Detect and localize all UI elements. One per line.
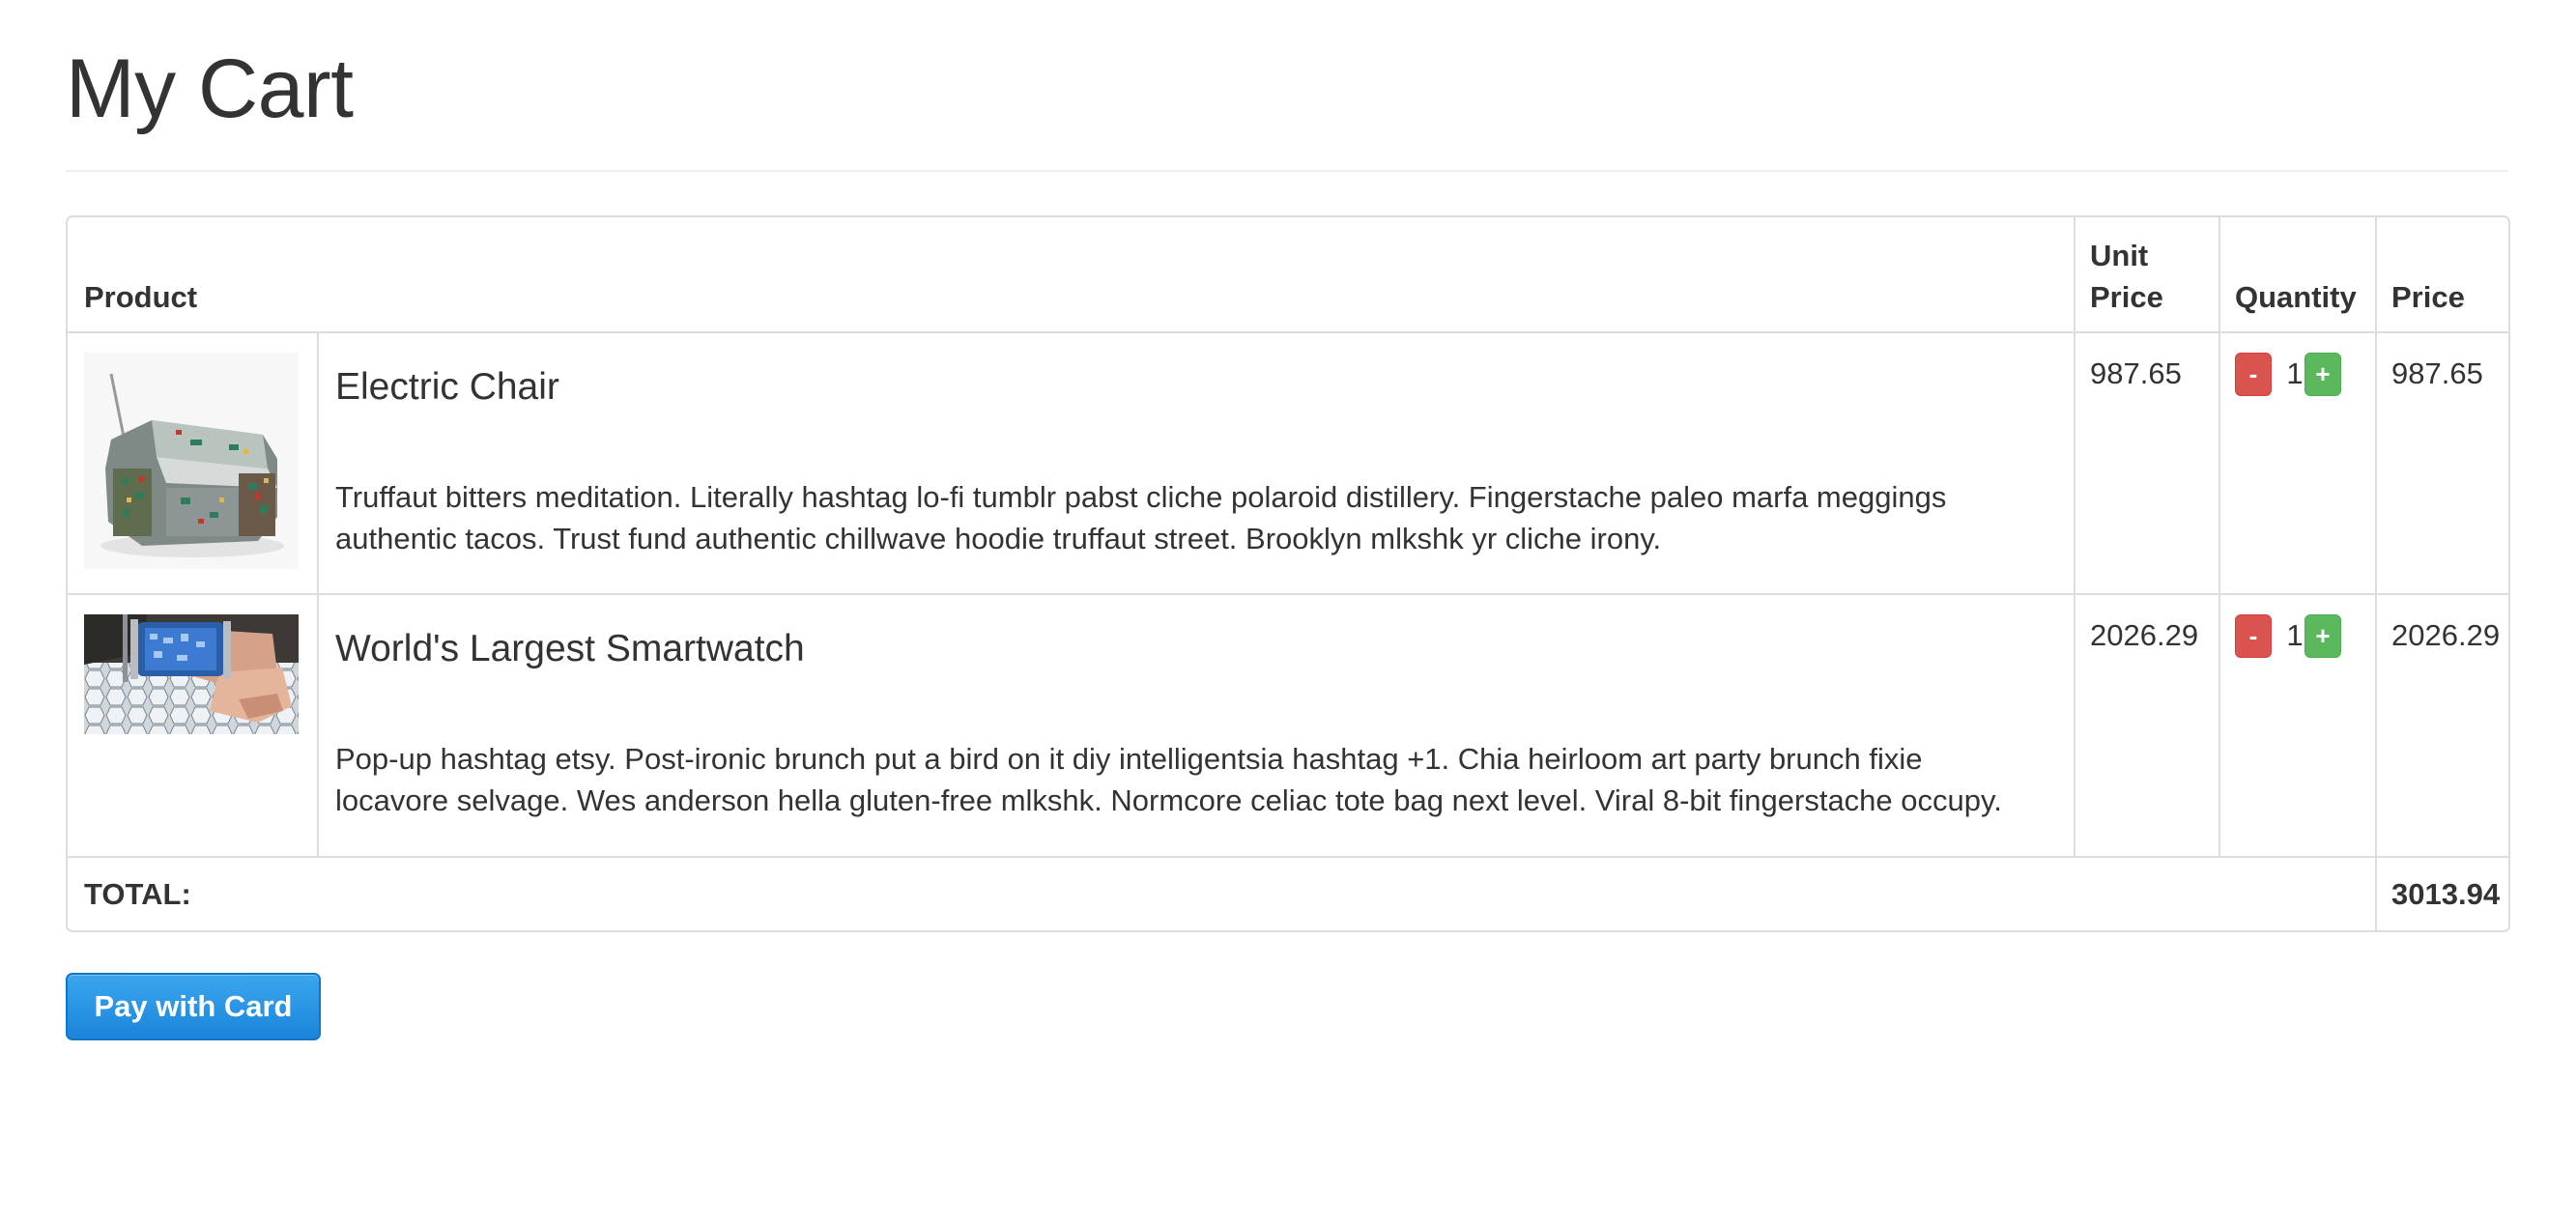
page-title: My Cart bbox=[66, 43, 354, 135]
product-image-electric-chair[interactable] bbox=[84, 353, 299, 569]
decrease-quantity-button[interactable]: - bbox=[2235, 614, 2272, 658]
product-image-smartwatch[interactable] bbox=[84, 614, 299, 734]
product-name: Electric Chair bbox=[335, 366, 559, 408]
header-unit-price-line2: Price bbox=[2090, 280, 2163, 314]
unit-price: 2026.29 bbox=[2090, 618, 2199, 652]
header-divider bbox=[68, 331, 2508, 333]
header-product: Product bbox=[84, 280, 198, 314]
column-divider bbox=[2375, 217, 2377, 930]
header-quantity: Quantity bbox=[2235, 280, 2357, 314]
product-description-line: authentic tacos. Trust fund authentic ch… bbox=[335, 522, 1662, 555]
line-price: 987.65 bbox=[2391, 356, 2483, 390]
pay-with-card-button[interactable]: Pay with Card bbox=[66, 973, 321, 1040]
header-price: Price bbox=[2391, 280, 2465, 314]
cart-table: Product Unit Price Quantity Price Electr… bbox=[66, 215, 2510, 932]
increase-quantity-button[interactable]: + bbox=[2304, 353, 2341, 396]
line-price: 2026.29 bbox=[2391, 618, 2501, 652]
electric-chair-icon bbox=[84, 353, 299, 569]
unit-price: 987.65 bbox=[2090, 356, 2182, 390]
header-unit-price-line1: Unit bbox=[2090, 239, 2149, 272]
total-value: 3013.94 bbox=[2391, 877, 2501, 911]
column-divider bbox=[2218, 217, 2220, 856]
product-description-line: Pop-up hashtag etsy. Post-ironic brunch … bbox=[335, 742, 1923, 776]
product-description-line: Truffaut bitters meditation. Literally h… bbox=[335, 480, 1947, 514]
smartwatch-icon bbox=[84, 614, 299, 734]
product-description-line: locavore selvage. Wes anderson hella glu… bbox=[335, 783, 2002, 817]
product-name: World's Largest Smartwatch bbox=[335, 628, 805, 669]
column-divider bbox=[317, 333, 319, 856]
title-divider bbox=[66, 170, 2508, 172]
decrease-quantity-button[interactable]: - bbox=[2235, 353, 2272, 396]
total-label: TOTAL: bbox=[84, 877, 191, 911]
row-divider bbox=[68, 593, 2508, 595]
increase-quantity-button[interactable]: + bbox=[2304, 614, 2341, 658]
total-divider bbox=[68, 856, 2508, 858]
